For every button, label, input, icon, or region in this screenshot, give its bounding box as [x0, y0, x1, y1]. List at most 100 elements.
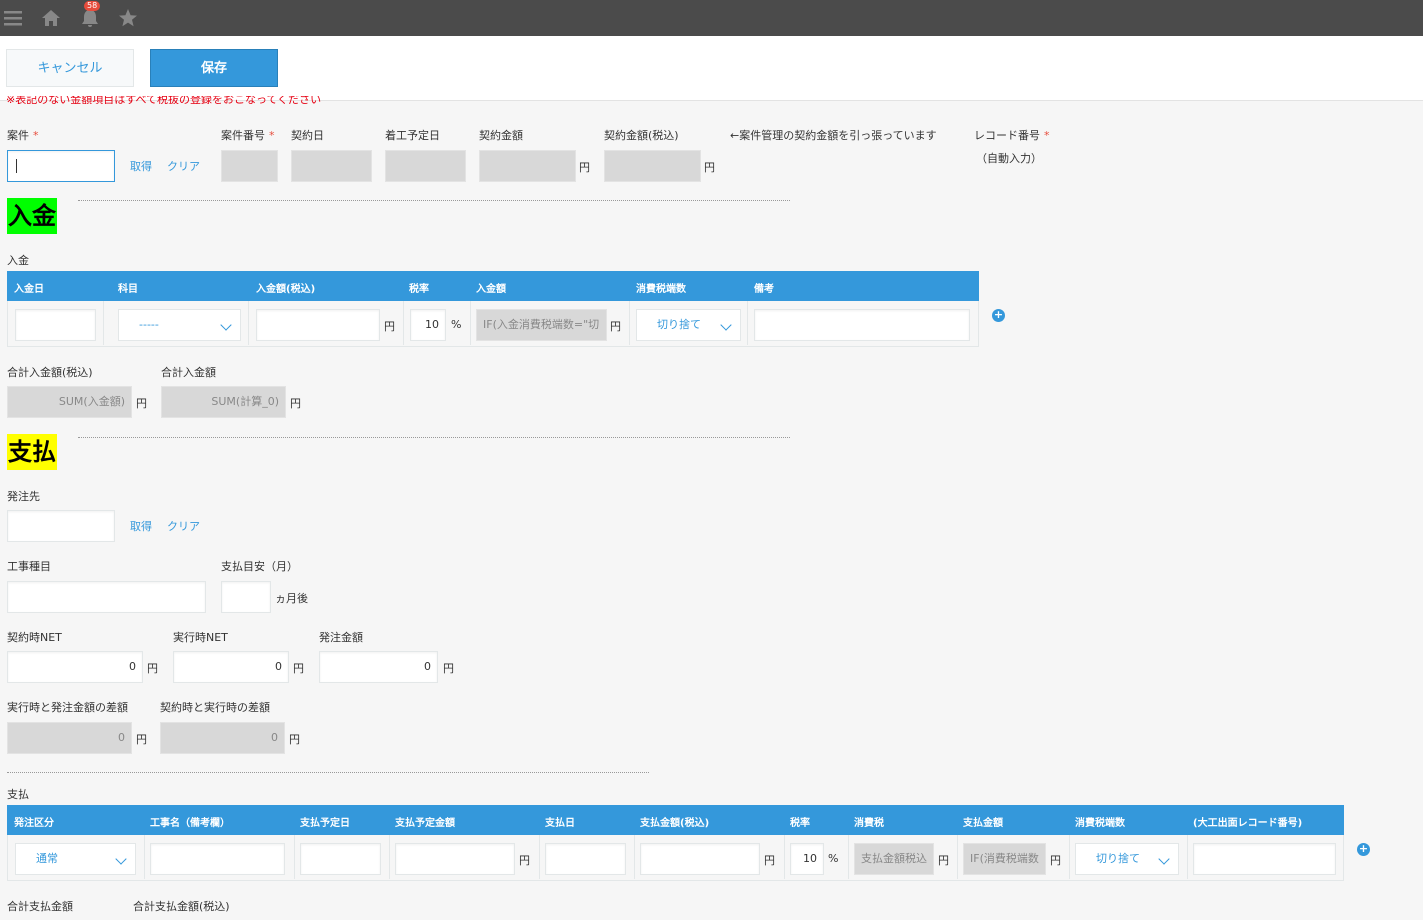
shiharai-total-tax-label: 合計支払金額(税込): [133, 900, 230, 913]
payment-amount-unit: 円: [1050, 854, 1061, 867]
diff2-label: 契約時と実行時の差額: [160, 701, 270, 714]
nyukin-table-header: 入金日 科目 入金額(税込) 税率 入金額 消費税端数 備考: [7, 271, 979, 301]
tax-calc-unit: 円: [938, 854, 949, 867]
payment-amount-calc: IF(消費税端数: [963, 843, 1046, 875]
record-no-label: レコード番号 *: [974, 129, 1050, 142]
contract-amount-tax-label: 契約金額(税込): [604, 129, 679, 142]
chevron-down-icon: [220, 319, 232, 331]
planned-date-input[interactable]: [300, 843, 381, 875]
col-amount-tax: 入金額(税込): [256, 284, 316, 295]
col-tax: 消費税: [854, 818, 884, 829]
nyukin-tax-rate-input[interactable]: 10: [410, 309, 446, 341]
anken-label: 案件 *: [7, 129, 39, 142]
exec-net-input[interactable]: 0: [173, 651, 289, 683]
nyukin-total-tax-unit: 円: [136, 397, 147, 410]
nyukin-total-tax-field: SUM(入金額): [7, 386, 132, 418]
vendor-input[interactable]: [7, 510, 115, 542]
save-button[interactable]: 保存: [150, 49, 278, 87]
contract-date-field: [291, 150, 372, 182]
diff1-unit: 円: [136, 733, 147, 746]
nyukin-total-tax-label: 合計入金額(税込): [7, 366, 93, 379]
payment-months-input[interactable]: [221, 581, 271, 613]
nyukin-date-input[interactable]: [15, 309, 96, 341]
nyukin-remarks-input[interactable]: [754, 309, 970, 341]
anken-no-label: 案件番号 *: [221, 129, 275, 142]
shiharai-rounding-select[interactable]: 切り捨て: [1075, 843, 1179, 875]
col-payment-amount: 支払金額: [963, 818, 1003, 829]
nyukin-amount-tax-input[interactable]: [256, 309, 380, 341]
notice-text: ※表記のない金額項目はすべて税抜の登録をおこなってください: [6, 96, 322, 104]
shiharai-tax-rate-unit: %: [828, 852, 839, 865]
diff2-unit: 円: [289, 733, 300, 746]
payment-tax-input[interactable]: [640, 843, 760, 875]
col-record-no: (大工出面レコード番号): [1193, 818, 1303, 829]
contract-net-unit: 円: [147, 662, 158, 675]
order-category-select[interactable]: 通常: [15, 843, 136, 875]
order-amount-input[interactable]: 0: [319, 651, 438, 683]
shiharai-total-label: 合計支払金額: [7, 900, 73, 913]
shiharai-section-title: 支払: [7, 434, 57, 470]
star-icon[interactable]: [117, 8, 139, 28]
contract-net-input[interactable]: 0: [7, 651, 143, 683]
diff2-field: 0: [160, 722, 285, 754]
col-payment-tax: 支払金額(税込): [640, 818, 710, 829]
nyukin-total-label: 合計入金額: [161, 366, 216, 379]
home-icon[interactable]: [40, 8, 62, 28]
contract-amount-tax-field: [604, 150, 701, 182]
shiharai-table-label: 支払: [7, 788, 29, 801]
chevron-down-icon: [1158, 853, 1170, 865]
diff1-label: 実行時と発注金額の差額: [7, 701, 128, 714]
nyukin-tax-rate-unit: %: [451, 318, 462, 331]
col-rounding: 消費税端数: [636, 284, 686, 295]
nyukin-calc-unit: 円: [610, 320, 621, 333]
order-category-value: 通常: [36, 852, 58, 865]
top-navigation-bar: 58: [0, 0, 1423, 36]
work-type-input[interactable]: [7, 581, 206, 613]
bell-icon[interactable]: [79, 8, 101, 28]
divider: [7, 772, 649, 773]
shiharai-tax-rate-input[interactable]: 10: [790, 843, 824, 875]
nyukin-table-label: 入金: [7, 254, 29, 267]
menu-icon[interactable]: [2, 8, 24, 28]
shiharai-table-header: 発注区分 工事名（備考欄） 支払予定日 支払予定金額 支払日 支払金額(税込) …: [7, 805, 1344, 835]
planned-amount-unit: 円: [519, 854, 530, 867]
payment-date-input[interactable]: [545, 843, 626, 875]
work-name-input[interactable]: [150, 843, 285, 875]
notification-badge: 58: [84, 1, 101, 11]
work-type-label: 工事種目: [7, 560, 51, 573]
nyukin-section-title: 入金: [7, 198, 57, 234]
cancel-button[interactable]: キャンセル: [6, 49, 134, 87]
diff1-field: 0: [7, 722, 132, 754]
planned-amount-input[interactable]: [395, 843, 515, 875]
anken-clear-link[interactable]: クリア: [167, 158, 200, 174]
payment-months-label: 支払目安（月）: [221, 560, 298, 573]
record-no-value: （自動入力）: [976, 152, 1042, 165]
col-nyukin-date: 入金日: [14, 284, 44, 295]
anken-input[interactable]: [7, 150, 115, 182]
add-row-icon[interactable]: +: [992, 309, 1005, 322]
record-no-input[interactable]: [1193, 843, 1336, 875]
contract-amount-tax-unit: 円: [704, 161, 715, 174]
col-work-name: 工事名（備考欄）: [150, 818, 230, 829]
nyukin-rounding-value: 切り捨て: [657, 318, 701, 331]
payment-tax-unit: 円: [764, 854, 775, 867]
nyukin-total-field: SUM(計算_0): [161, 386, 286, 418]
col-amount: 入金額: [476, 284, 506, 295]
col-planned-amount: 支払予定金額: [395, 818, 455, 829]
nyukin-amount-unit: 円: [384, 320, 395, 333]
vendor-clear-link[interactable]: クリア: [167, 518, 200, 534]
add-row-icon[interactable]: +: [1357, 843, 1370, 856]
col-rounding: 消費税端数: [1075, 818, 1125, 829]
nyukin-amount-calc: IF(入金消費税端数="切: [476, 309, 607, 341]
subject-select[interactable]: -----: [118, 309, 241, 341]
vendor-get-link[interactable]: 取得: [130, 518, 152, 534]
chevron-down-icon: [720, 319, 732, 331]
tax-calc-field: 支払金額税込: [854, 843, 934, 875]
anken-no-field: [221, 150, 278, 182]
col-remarks: 備考: [754, 284, 774, 295]
nyukin-rounding-select[interactable]: 切り捨て: [636, 309, 741, 341]
contract-amount-field: [479, 150, 576, 182]
col-order-category: 発注区分: [14, 818, 54, 829]
nyukin-total-unit: 円: [290, 397, 301, 410]
anken-get-link[interactable]: 取得: [130, 158, 152, 174]
